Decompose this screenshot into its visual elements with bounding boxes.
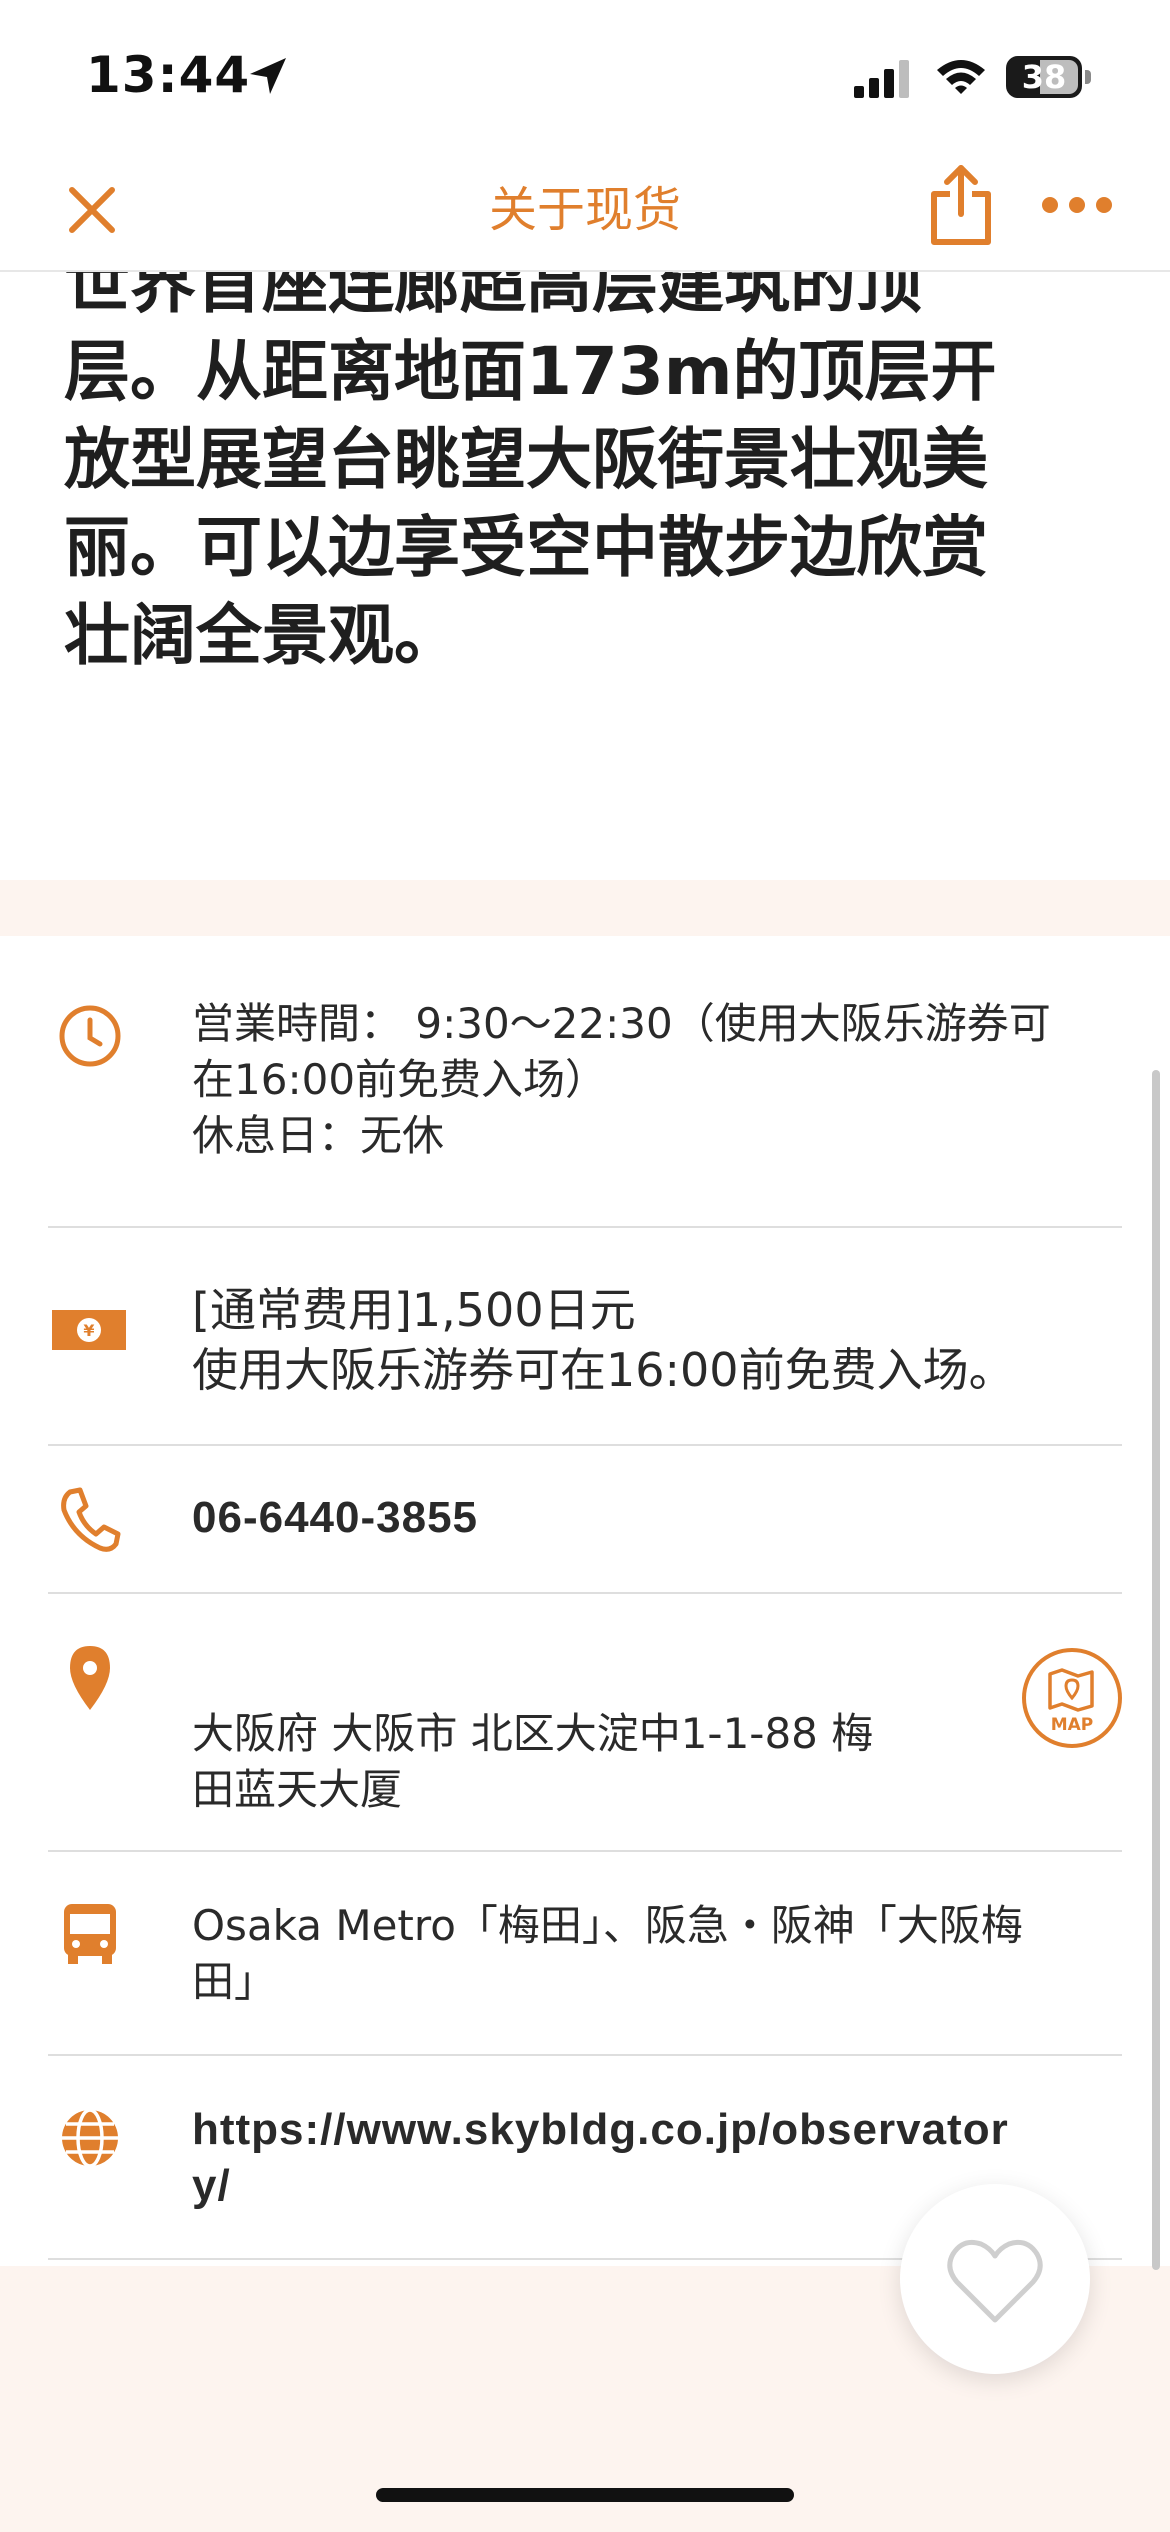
- heart-icon: [947, 2239, 1043, 2323]
- battery-level: 38: [1021, 58, 1067, 96]
- hours-line: 営業時間： 9:30～22:30（使用大阪乐游券可: [192, 999, 1051, 1048]
- description-line: 丽。可以边享受空中散步边欣赏: [64, 509, 988, 586]
- address-line: 田蓝天大厦: [192, 1765, 403, 1814]
- wifi-icon: [937, 60, 985, 94]
- clock-icon: [59, 1005, 121, 1067]
- svg-text:¥: ¥: [83, 1321, 94, 1340]
- battery-indicator: 38: [1006, 56, 1092, 98]
- favorite-button[interactable]: [900, 2184, 1090, 2374]
- description-line: 层。从距离地面173m的顶层开: [64, 333, 997, 410]
- scrollbar[interactable]: [1152, 1070, 1160, 2270]
- price-line: 使用大阪乐游券可在16:00前免费入场。: [192, 1343, 1015, 1397]
- yen-banknote-icon: ¥: [52, 1310, 126, 1350]
- description-line: 放型展望台眺望大阪街景壮观美: [64, 421, 988, 498]
- address-line: 大阪府 大阪市 北区大淀中1-1-88 梅: [192, 1709, 874, 1758]
- hours-line: 在16:00前免费入场）: [192, 1055, 608, 1104]
- holiday-line: 休息日：无休: [192, 1111, 445, 1160]
- price-text: [通常费用]1,500日元 使用大阪乐游券可在16:00前免费入场。: [192, 1280, 1170, 1400]
- access-row: Osaka Metro「梅田」、阪急・阪神「大阪梅 田」: [48, 1852, 1122, 2056]
- hours-row: 営業時間： 9:30～22:30（使用大阪乐游券可 在16:00前免费入场） 休…: [48, 936, 1122, 1228]
- globe-icon: [62, 2108, 118, 2168]
- cellular-signal-icon: [854, 60, 909, 98]
- price-line: [通常费用]1,500日元: [192, 1283, 636, 1337]
- description-line: 壮阔全景观。: [64, 597, 460, 674]
- status-time: 13:44: [86, 46, 251, 104]
- address-text: 大阪府 大阪市 北区大淀中1-1-88 梅 田蓝天大厦: [192, 1706, 1012, 1818]
- bus-icon: [64, 1904, 116, 1964]
- phone-number[interactable]: 06-6440-3855: [192, 1490, 1170, 1546]
- map-button[interactable]: MAP: [1020, 1646, 1124, 1750]
- description-text: 世界首座连廊超高层建筑的顶 层。从距离地面173m的顶层开 放型展望台眺望大阪街…: [64, 272, 1124, 680]
- more-icon[interactable]: [1040, 190, 1114, 220]
- navigation-bar: 关于现货: [0, 150, 1170, 272]
- description-line: 世界首座连廊超高层建筑的顶: [64, 272, 922, 322]
- home-indicator[interactable]: [376, 2488, 794, 2502]
- access-text: Osaka Metro「梅田」、阪急・阪神「大阪梅 田」: [192, 1898, 1170, 2010]
- location-arrow-icon: [250, 58, 286, 94]
- phone-icon: [61, 1487, 121, 1552]
- price-row: ¥ [通常费用]1,500日元 使用大阪乐游券可在16:00前免费入场。: [48, 1228, 1122, 1446]
- map-icon: MAP: [1022, 1648, 1122, 1748]
- phone-row[interactable]: 06-6440-3855: [48, 1446, 1122, 1594]
- website-line: https://www.skybldg.co.jp/observator: [192, 2105, 1009, 2154]
- description-section: 世界首座连廊超高层建筑的顶 层。从距离地面173m的顶层开 放型展望台眺望大阪街…: [0, 272, 1170, 872]
- location-pin-icon: [70, 1646, 110, 1710]
- status-bar: 13:44 38: [0, 0, 1170, 150]
- access-line: 田」: [192, 1957, 277, 2006]
- access-line: Osaka Metro「梅田」、阪急・阪神「大阪梅: [192, 1901, 1023, 1950]
- hours-text: 営業時間： 9:30～22:30（使用大阪乐游券可 在16:00前免费入场） 休…: [192, 996, 1170, 1164]
- address-row: 大阪府 大阪市 北区大淀中1-1-88 梅 田蓝天大厦 MAP: [48, 1594, 1122, 1852]
- section-divider: [0, 880, 1170, 936]
- map-label: MAP: [1051, 1715, 1094, 1735]
- share-icon[interactable]: [926, 162, 996, 248]
